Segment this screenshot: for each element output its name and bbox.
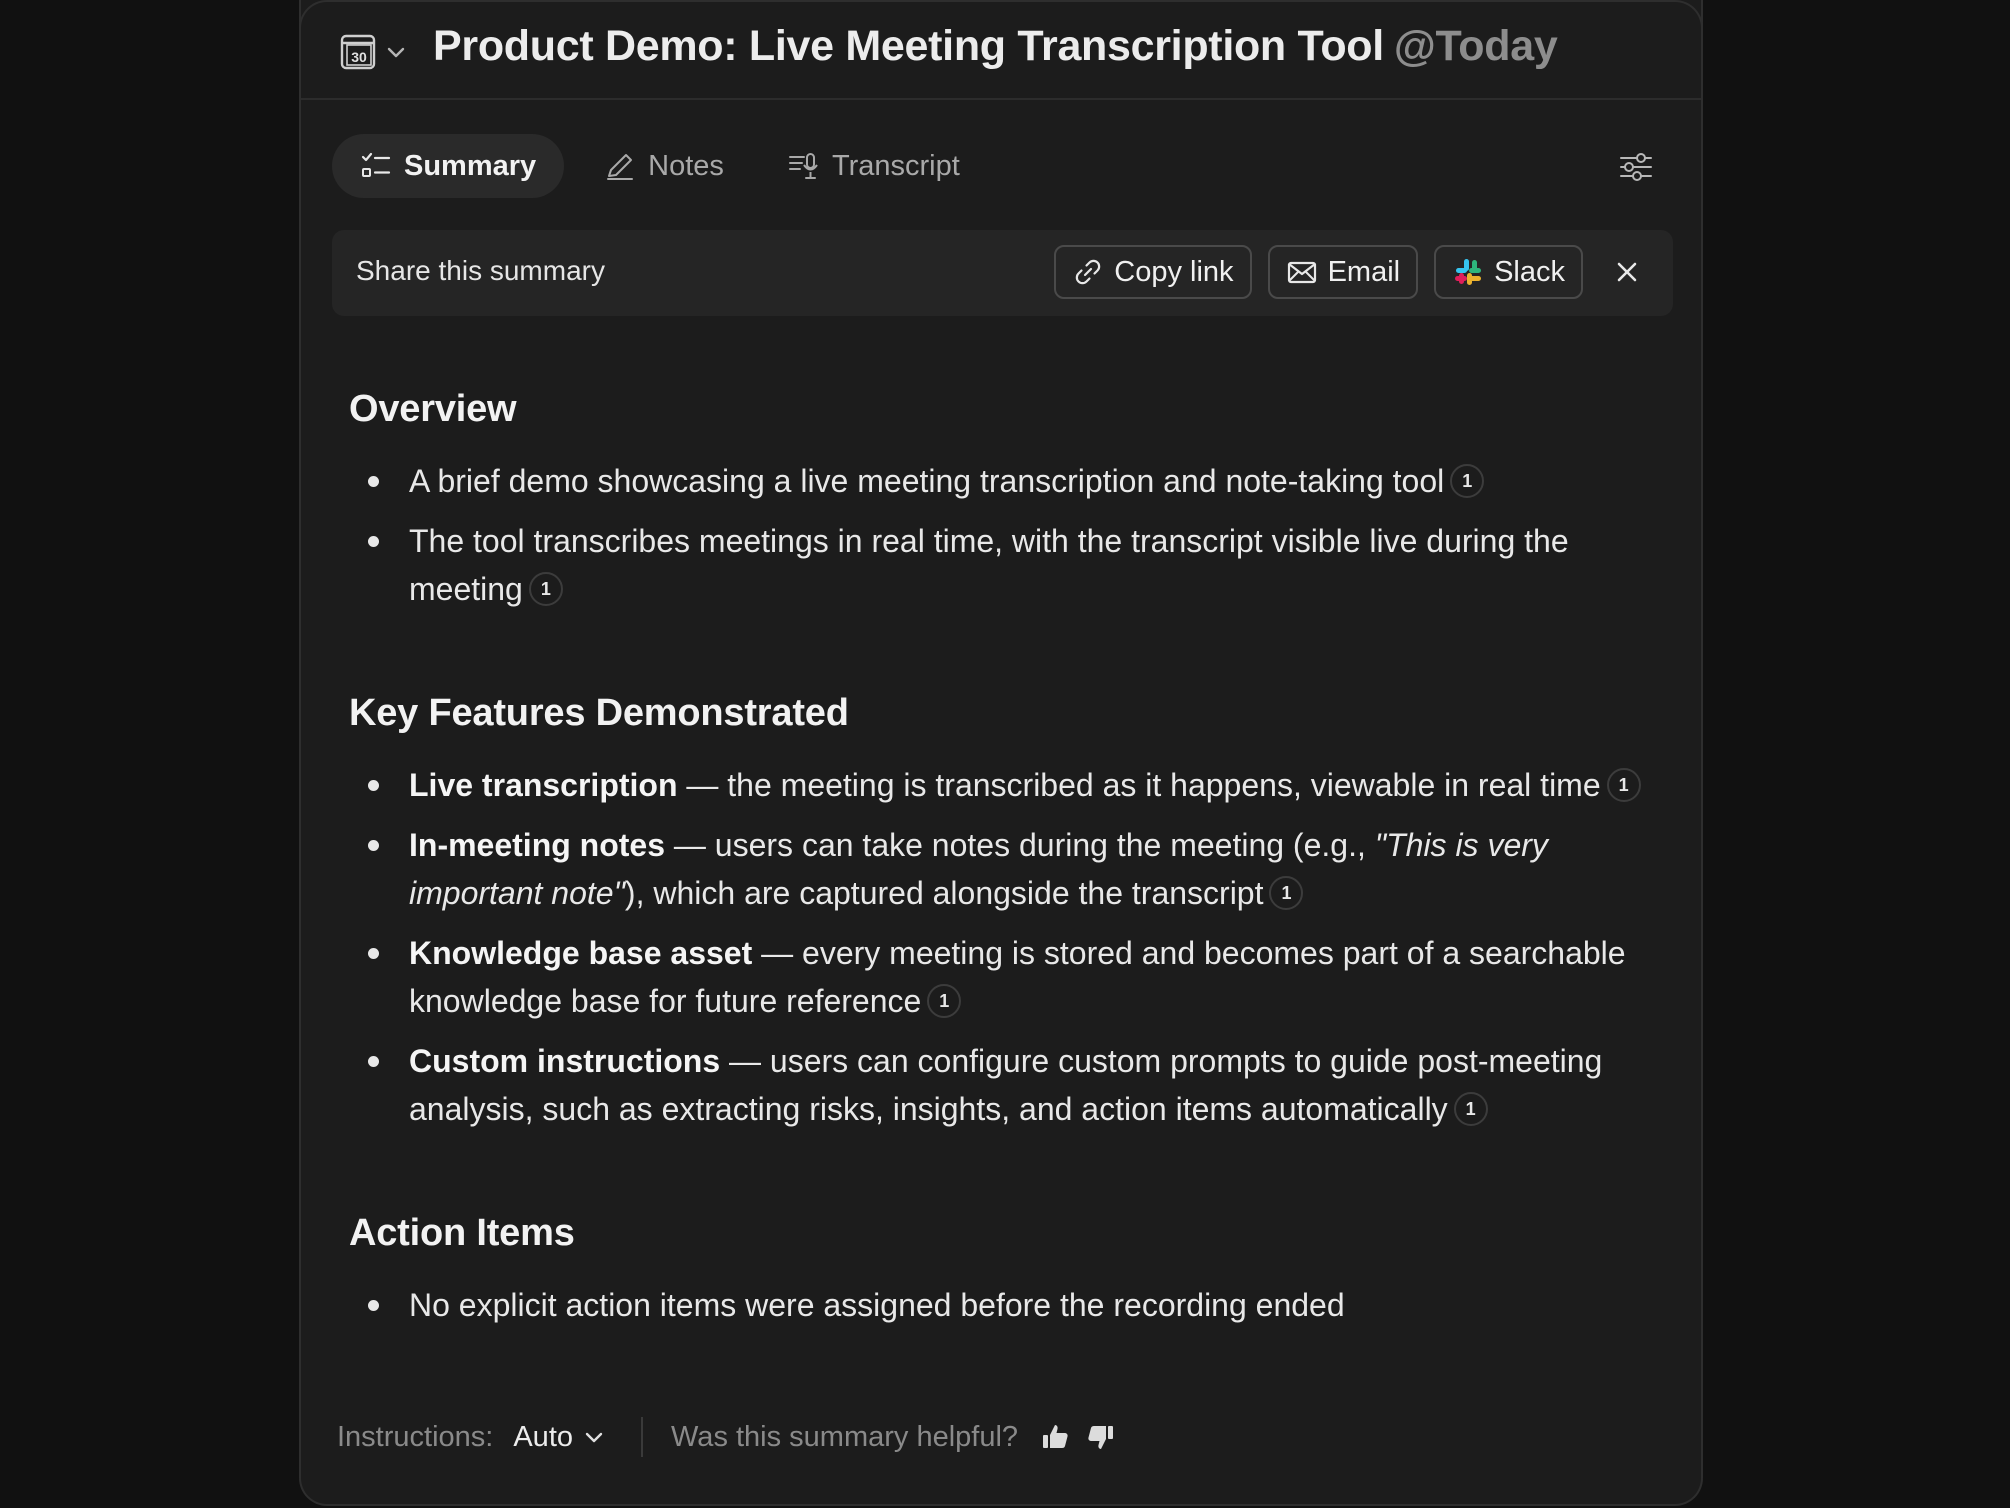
list-item-text: The tool transcribes meetings in real ti… <box>409 523 1569 607</box>
transcript-mic-icon <box>788 153 818 179</box>
overview-section: Overview A brief demo showcasing a live … <box>349 388 1649 613</box>
calendar-icon: 30 <box>340 34 376 70</box>
calendar-dropdown[interactable]: 30 <box>339 30 407 74</box>
tab-transcript-label: Transcript <box>831 149 960 182</box>
instructions-value: Auto <box>513 1420 574 1453</box>
instructions-dropdown[interactable]: Auto <box>513 1421 605 1454</box>
citation-badge[interactable]: 1 <box>1269 875 1304 910</box>
features-section: Key Features Demonstrated Live transcrip… <box>349 692 1649 1133</box>
list-item: In-meeting notes — users can take notes … <box>349 821 1649 917</box>
list-item: No explicit action items were assigned b… <box>349 1281 1649 1329</box>
overview-heading: Overview <box>349 388 517 430</box>
pen-icon <box>607 154 634 180</box>
feature-name: Live transcription <box>409 767 678 803</box>
slack-label: Slack <box>1494 255 1565 288</box>
slack-button[interactable]: Slack <box>1434 245 1583 299</box>
sliders-icon[interactable] <box>1617 148 1655 186</box>
page-title: Product Demo: Live Meeting Transcription… <box>433 22 1558 71</box>
list-item: Custom instructions — users can configur… <box>349 1037 1649 1133</box>
email-label: Email <box>1327 255 1401 288</box>
feature-name: Custom instructions <box>409 1043 721 1079</box>
calendar-day-number: 30 <box>351 49 367 65</box>
feedback-prompt: Was this summary helpful? <box>671 1420 1019 1453</box>
list-item-text: — users can take notes during the meetin… <box>665 827 1375 863</box>
citation-badge[interactable]: 1 <box>1453 1091 1488 1126</box>
list-item: The tool transcribes meetings in real ti… <box>349 517 1649 613</box>
citation-badge[interactable]: 1 <box>1606 767 1641 802</box>
chevron-down-icon <box>585 1432 603 1443</box>
copy-link-button[interactable]: Copy link <box>1054 245 1252 299</box>
share-bar: Share this summary Copy link Email Slack <box>332 230 1673 316</box>
thumbs-up-icon[interactable] <box>1040 1422 1070 1452</box>
feature-name: Knowledge base asset <box>409 935 753 971</box>
summary-panel: 30 Product Demo: Live Meeting Transcript… <box>299 0 1703 1506</box>
meeting-title: Product Demo: Live Meeting Transcription… <box>433 22 1384 70</box>
tab-transcript[interactable]: Transcript <box>760 134 988 198</box>
tab-notes-label: Notes <box>648 149 724 182</box>
close-icon <box>1617 262 1637 282</box>
slack-icon <box>1455 259 1482 285</box>
tab-bar: Summary Notes Transcript <box>332 134 988 198</box>
thumbs-down-icon[interactable] <box>1086 1422 1116 1452</box>
citation-badge[interactable]: 1 <box>528 571 563 606</box>
list-item: Live transcription — the meeting is tran… <box>349 761 1649 809</box>
chevron-down-icon <box>387 47 405 58</box>
list-item: A brief demo showcasing a live meeting t… <box>349 457 1649 505</box>
action-items-heading: Action Items <box>349 1212 575 1254</box>
features-heading: Key Features Demonstrated <box>349 692 849 734</box>
close-share-button[interactable] <box>1605 250 1649 294</box>
header: 30 Product Demo: Live Meeting Transcript… <box>301 0 1701 100</box>
features-list: Live transcription — the meeting is tran… <box>349 761 1649 1133</box>
overview-list: A brief demo showcasing a live meeting t… <box>349 457 1649 613</box>
copy-link-label: Copy link <box>1114 255 1234 288</box>
list-item-text: ), which are captured alongside the tran… <box>624 875 1264 911</box>
tab-summary-label: Summary <box>404 149 537 182</box>
email-button[interactable]: Email <box>1267 245 1419 299</box>
footer: Instructions: Auto Was this summary help… <box>337 1412 1116 1462</box>
share-buttons: Copy link Email Slack <box>1054 245 1649 299</box>
citation-badge[interactable]: 1 <box>927 983 962 1018</box>
tab-notes[interactable]: Notes <box>576 134 752 198</box>
link-icon <box>1076 259 1101 285</box>
citation-badge[interactable]: 1 <box>1450 463 1485 498</box>
checklist-icon <box>361 152 391 177</box>
share-label: Share this summary <box>356 255 605 286</box>
list-item: Knowledge base asset — every meeting is … <box>349 929 1649 1025</box>
list-item-text: — the meeting is transcribed as it happe… <box>677 767 1601 803</box>
tab-summary[interactable]: Summary <box>332 134 565 198</box>
feature-name: In-meeting notes <box>409 827 666 863</box>
action-items-list: No explicit action items were assigned b… <box>349 1281 1649 1329</box>
mail-icon <box>1287 261 1316 284</box>
list-item-text: A brief demo showcasing a live meeting t… <box>409 463 1445 499</box>
footer-divider <box>641 1417 644 1457</box>
list-item-text: No explicit action items were assigned b… <box>409 1287 1345 1323</box>
date-tag[interactable]: @Today <box>1394 22 1558 70</box>
action-items-section: Action Items No explicit action items we… <box>349 1212 1649 1329</box>
instructions-label: Instructions: <box>337 1420 494 1453</box>
